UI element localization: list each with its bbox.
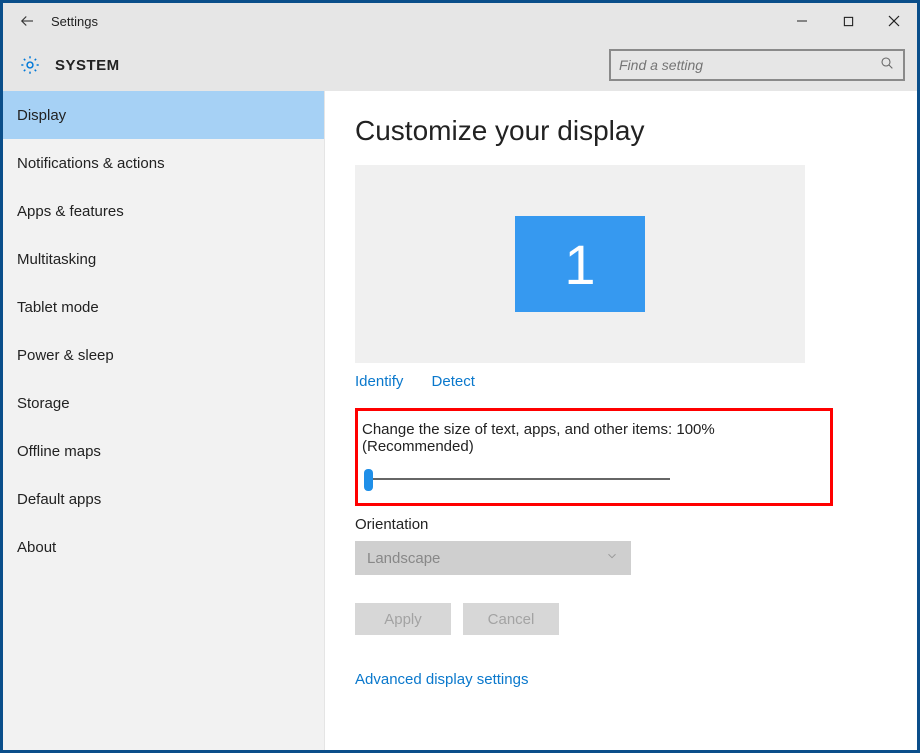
- back-button[interactable]: [13, 12, 41, 30]
- content: Customize your display 1 Identify Detect…: [325, 91, 917, 750]
- action-buttons: Apply Cancel: [355, 603, 911, 635]
- sidebar-item-label: Apps & features: [17, 203, 124, 220]
- sidebar-item-notifications[interactable]: Notifications & actions: [3, 139, 324, 187]
- advanced-display-settings-link[interactable]: Advanced display settings: [355, 671, 911, 688]
- header: SYSTEM: [3, 39, 917, 91]
- maximize-button[interactable]: [825, 3, 871, 39]
- sidebar-item-label: Notifications & actions: [17, 155, 165, 172]
- sidebar-item-power-sleep[interactable]: Power & sleep: [3, 331, 324, 379]
- gear-icon: [19, 54, 41, 76]
- body: Display Notifications & actions Apps & f…: [3, 91, 917, 750]
- sidebar-item-default-apps[interactable]: Default apps: [3, 475, 324, 523]
- slider-track: [372, 478, 670, 480]
- monitor-number: 1: [564, 232, 595, 297]
- sidebar-item-label: Tablet mode: [17, 299, 99, 316]
- orientation-value: Landscape: [367, 550, 440, 567]
- display-action-links: Identify Detect: [355, 373, 911, 390]
- sidebar-item-label: Offline maps: [17, 443, 101, 460]
- search-input[interactable]: [619, 57, 879, 73]
- page-title: Customize your display: [355, 115, 911, 147]
- apply-button[interactable]: Apply: [355, 603, 451, 635]
- sidebar-item-label: Multitasking: [17, 251, 96, 268]
- search-icon: [879, 55, 895, 76]
- sidebar-item-about[interactable]: About: [3, 523, 324, 571]
- cancel-button[interactable]: Cancel: [463, 603, 559, 635]
- sidebar: Display Notifications & actions Apps & f…: [3, 91, 325, 750]
- title-bar: Settings: [3, 3, 917, 39]
- monitor-1[interactable]: 1: [515, 216, 645, 312]
- sidebar-item-storage[interactable]: Storage: [3, 379, 324, 427]
- identify-link[interactable]: Identify: [355, 373, 403, 390]
- minimize-button[interactable]: [779, 3, 825, 39]
- sidebar-item-label: Display: [17, 107, 66, 124]
- scale-label: Change the size of text, apps, and other…: [362, 421, 820, 455]
- close-button[interactable]: [871, 3, 917, 39]
- orientation-dropdown[interactable]: Landscape: [355, 541, 631, 575]
- sidebar-item-multitasking[interactable]: Multitasking: [3, 235, 324, 283]
- sidebar-item-offline-maps[interactable]: Offline maps: [3, 427, 324, 475]
- sidebar-item-display[interactable]: Display: [3, 91, 324, 139]
- orientation-label: Orientation: [355, 516, 911, 533]
- sidebar-item-tablet-mode[interactable]: Tablet mode: [3, 283, 324, 331]
- sidebar-item-label: Default apps: [17, 491, 101, 508]
- header-title: SYSTEM: [55, 57, 120, 74]
- settings-window: Settings SYSTEM Display: [0, 0, 920, 753]
- slider-thumb[interactable]: [364, 469, 373, 491]
- sidebar-item-label: Storage: [17, 395, 70, 412]
- detect-link[interactable]: Detect: [432, 373, 475, 390]
- sidebar-item-label: Power & sleep: [17, 347, 114, 364]
- sidebar-item-label: About: [17, 539, 56, 556]
- display-preview[interactable]: 1: [355, 165, 805, 363]
- scale-slider[interactable]: [364, 469, 670, 489]
- window-title: Settings: [51, 14, 98, 29]
- window-controls: [779, 3, 917, 39]
- scale-highlight-box: Change the size of text, apps, and other…: [355, 408, 833, 506]
- search-box[interactable]: [609, 49, 905, 81]
- chevron-down-icon: [605, 549, 619, 567]
- sidebar-item-apps-features[interactable]: Apps & features: [3, 187, 324, 235]
